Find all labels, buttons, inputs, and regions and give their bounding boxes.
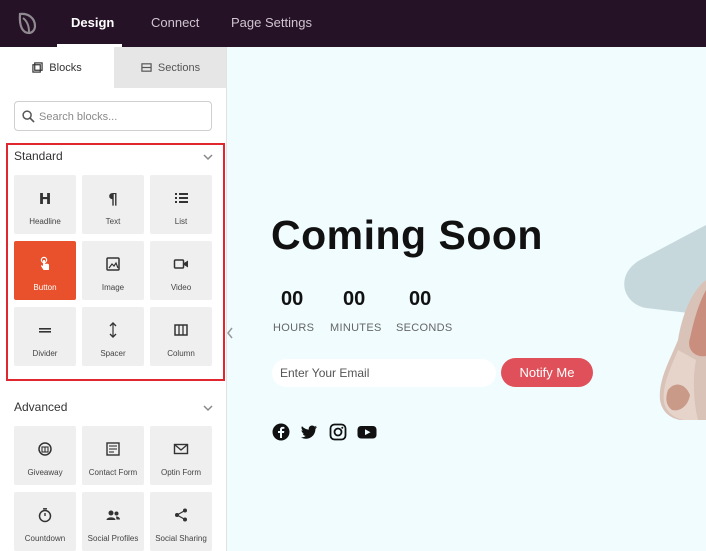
block-label: Text xyxy=(105,217,121,226)
advanced-section-title: Advanced xyxy=(14,400,68,414)
twitter-icon[interactable] xyxy=(300,423,318,441)
countdown-minutes-label: MINUTES xyxy=(330,322,382,334)
seedprod-logo-icon[interactable] xyxy=(14,9,42,37)
page-title[interactable]: Coming Soon xyxy=(271,212,543,259)
instagram-icon[interactable] xyxy=(329,423,347,441)
youtube-icon[interactable] xyxy=(357,423,377,441)
sections-icon xyxy=(141,63,152,72)
block-divider[interactable]: Divider xyxy=(14,307,76,366)
block-label: Video xyxy=(170,283,192,292)
block-button[interactable]: Button xyxy=(14,241,76,300)
block-label: Contact Form xyxy=(88,468,138,477)
nav-tab-page-settings[interactable]: Page Settings xyxy=(231,0,312,47)
block-label: Optin Form xyxy=(160,468,201,477)
countdown-hours-value: 00 xyxy=(281,288,304,310)
block-label: Column xyxy=(167,349,195,358)
block-label: Social Profiles xyxy=(87,534,139,543)
blocks-sidebar: Blocks Sections Standard H Headline ¶ Te… xyxy=(0,47,227,551)
chevron-down-icon[interactable] xyxy=(202,402,214,414)
block-optin-form[interactable]: Optin Form xyxy=(150,426,212,485)
block-label: Giveaway xyxy=(27,468,63,477)
search-icon xyxy=(22,110,35,123)
column-icon xyxy=(174,324,188,336)
block-list[interactable]: List xyxy=(150,175,212,234)
blocks-icon xyxy=(32,62,43,73)
list-icon xyxy=(175,193,188,203)
countdown-seconds-value: 00 xyxy=(409,288,432,310)
countdown-seconds-label: SECONDS xyxy=(396,322,453,334)
block-label: Countdown xyxy=(24,534,66,543)
share-icon xyxy=(175,508,187,522)
countdown-minutes-value: 00 xyxy=(343,288,366,310)
spacer-icon xyxy=(109,322,117,338)
block-label: Image xyxy=(101,283,125,292)
block-social-profiles[interactable]: Social Profiles xyxy=(82,492,144,551)
countdown-hours-label: HOURS xyxy=(273,322,315,334)
svg-text:H: H xyxy=(39,190,52,206)
divider-icon xyxy=(39,328,51,333)
nav-tab-design[interactable]: Design xyxy=(71,0,114,47)
pointer-icon xyxy=(40,256,49,270)
image-icon xyxy=(106,257,120,271)
giveaway-icon xyxy=(38,442,52,456)
collapse-sidebar-icon[interactable] xyxy=(226,326,234,340)
facebook-icon[interactable] xyxy=(272,423,290,441)
block-image[interactable]: Image xyxy=(82,241,144,300)
email-input[interactable] xyxy=(272,359,496,387)
block-countdown[interactable]: Countdown xyxy=(14,492,76,551)
advanced-section-header[interactable]: Advanced xyxy=(14,400,214,418)
video-icon xyxy=(173,259,188,269)
svg-text:¶: ¶ xyxy=(108,190,118,206)
block-text[interactable]: ¶ Text xyxy=(82,175,144,234)
tab-blocks[interactable]: Blocks xyxy=(0,47,114,88)
block-contact-form[interactable]: Contact Form xyxy=(82,426,144,485)
tab-sections[interactable]: Sections xyxy=(114,47,226,88)
contact-form-icon xyxy=(106,442,120,456)
block-label: List xyxy=(174,217,188,226)
block-label: Button xyxy=(33,283,57,292)
block-social-sharing[interactable]: Social Sharing xyxy=(150,492,212,551)
tab-blocks-label: Blocks xyxy=(49,61,82,74)
block-video[interactable]: Video xyxy=(150,241,212,300)
block-spacer[interactable]: Spacer xyxy=(82,307,144,366)
search-box xyxy=(14,101,212,131)
nav-tab-connect[interactable]: Connect xyxy=(151,0,199,47)
block-label: Social Sharing xyxy=(155,534,207,543)
top-bar: Design Connect Page Settings xyxy=(0,0,706,47)
notify-me-button[interactable]: Notify Me xyxy=(501,358,593,387)
block-giveaway[interactable]: Giveaway xyxy=(14,426,76,485)
search-input[interactable] xyxy=(39,107,204,126)
block-column[interactable]: Column xyxy=(150,307,212,366)
block-headline[interactable]: H Headline xyxy=(14,175,76,234)
block-label: Headline xyxy=(29,217,61,226)
block-label: Divider xyxy=(32,349,58,358)
hero-photo-image xyxy=(624,225,706,420)
sidebar-tabs: Blocks Sections xyxy=(0,47,226,88)
tab-sections-label: Sections xyxy=(157,61,201,74)
countdown-icon xyxy=(38,508,52,523)
paragraph-icon: ¶ xyxy=(108,190,118,206)
social-profiles-icon xyxy=(106,510,120,520)
optin-form-icon xyxy=(173,443,189,455)
block-label: Spacer xyxy=(100,349,126,358)
headline-icon: H xyxy=(39,190,52,206)
